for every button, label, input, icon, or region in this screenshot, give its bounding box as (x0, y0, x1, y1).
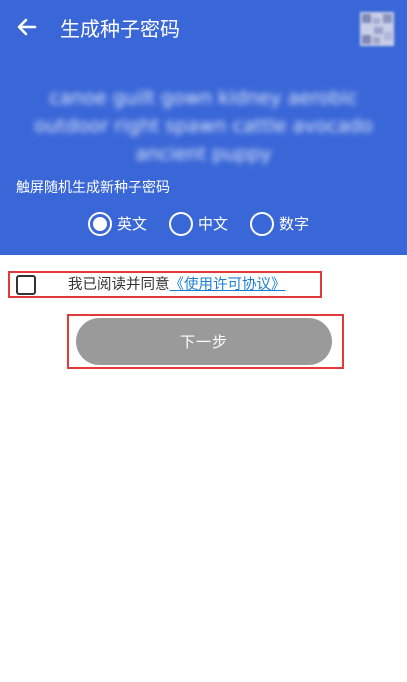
agreement-text: 我已阅读并同意《使用许可协议》 (68, 275, 286, 295)
radio-label: 中文 (198, 215, 229, 233)
page-title: 生成种子密码 (60, 17, 180, 41)
header: 生成种子密码 canoe guilt gown kidney aerobic o… (0, 0, 407, 255)
radio-label: 数字 (279, 215, 310, 233)
radio-unselected-icon (169, 212, 194, 236)
language-radio-group: 英文 中文 数字 (88, 208, 309, 240)
next-button[interactable]: 下一步 (76, 318, 332, 365)
qr-code-icon[interactable] (360, 12, 394, 46)
radio-selected-icon (88, 212, 112, 236)
arrow-left-icon (15, 15, 39, 43)
back-button[interactable] (10, 12, 44, 46)
radio-english[interactable]: 英文 (88, 212, 147, 236)
radio-chinese[interactable]: 中文 (169, 212, 228, 236)
regenerate-hint[interactable]: 触屏随机生成新种子密码 (16, 178, 170, 198)
seed-phrase: canoe guilt gown kidney aerobic outdoor … (34, 87, 373, 165)
agreement-label: 我已阅读并同意 (68, 277, 170, 293)
agreement-checkbox[interactable] (16, 275, 36, 295)
radio-label: 英文 (117, 215, 148, 233)
radio-number[interactable]: 数字 (250, 212, 309, 236)
license-agreement-link[interactable]: 《使用许可协议》 (170, 277, 286, 293)
radio-unselected-icon (250, 212, 275, 236)
